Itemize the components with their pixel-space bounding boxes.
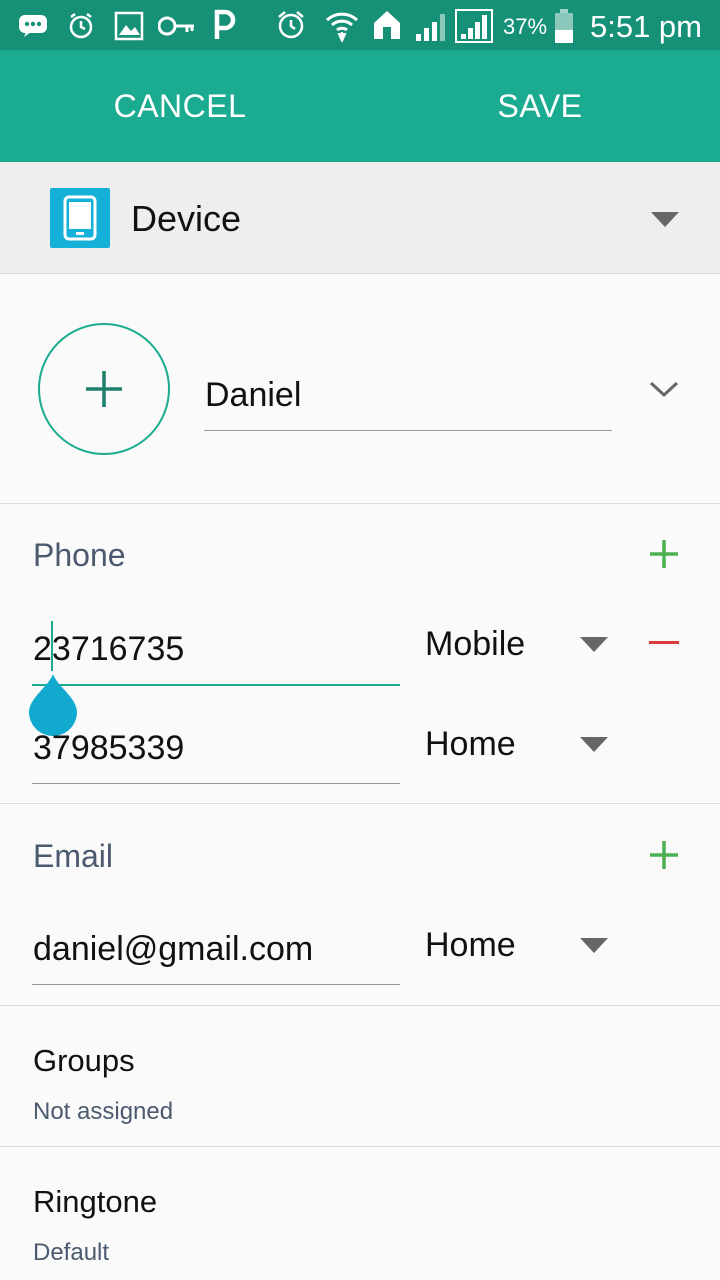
add-phone-icon[interactable] [648,538,680,570]
dropdown-arrow-icon [651,212,679,227]
divider [0,803,720,804]
alarm-icon [69,13,93,39]
groups-title: Groups [33,1043,135,1078]
email-input-underline [32,984,400,985]
dropdown-arrow-icon[interactable] [580,737,608,752]
signal-icon [416,14,445,41]
clock-time: 5:51 pm [589,9,702,44]
key-icon [158,16,194,36]
phone-type-label[interactable]: Home [425,725,516,764]
groups-value: Not assigned [33,1098,174,1125]
account-label: Device [131,198,242,239]
action-bar: CANCEL SAVE [0,50,720,162]
phone-number-underline [32,684,400,686]
device-icon [50,188,110,248]
plus-icon [86,371,122,407]
status-bar: 37% 5:51 pm [0,0,720,50]
p-app-icon [214,9,236,39]
name-section: Daniel [0,275,720,504]
phone-number-input[interactable]: 37985339 [33,729,184,768]
messages-icon [19,15,47,37]
name-input[interactable]: Daniel [205,376,301,415]
ringtone-value: Default [33,1239,110,1266]
battery-percent: 37% [503,14,548,39]
email-section-title: Email [33,838,114,874]
email-input[interactable]: daniel@gmail.com [33,930,313,969]
remove-phone-icon[interactable] [649,641,679,644]
cancel-button[interactable]: CANCEL [0,50,360,162]
dropdown-arrow-icon[interactable] [580,938,608,953]
phone-type-label[interactable]: Mobile [425,625,525,664]
add-photo-button[interactable] [38,323,170,455]
text-cursor [51,621,53,671]
alarm-clock-icon [278,11,304,39]
phone-number-input[interactable]: 23716735 [33,630,184,669]
battery-icon [555,9,573,43]
groups-row[interactable]: Groups Not assigned [0,1006,720,1146]
save-button[interactable]: SAVE [360,50,720,162]
home-icon [374,11,400,39]
phone-number-underline [32,783,400,784]
phone-section-title: Phone [33,537,126,573]
name-input-underline [204,430,612,431]
dropdown-arrow-icon[interactable] [580,637,608,652]
image-icon [114,11,144,41]
signal-icon [455,9,493,43]
expand-name-icon[interactable] [648,379,680,399]
email-type-label[interactable]: Home [425,926,516,965]
wifi-icon [325,12,359,42]
add-email-icon[interactable] [648,839,680,871]
ringtone-title: Ringtone [33,1184,158,1219]
account-selector[interactable]: Device [0,162,720,274]
ringtone-row[interactable]: Ringtone Default [0,1147,720,1280]
